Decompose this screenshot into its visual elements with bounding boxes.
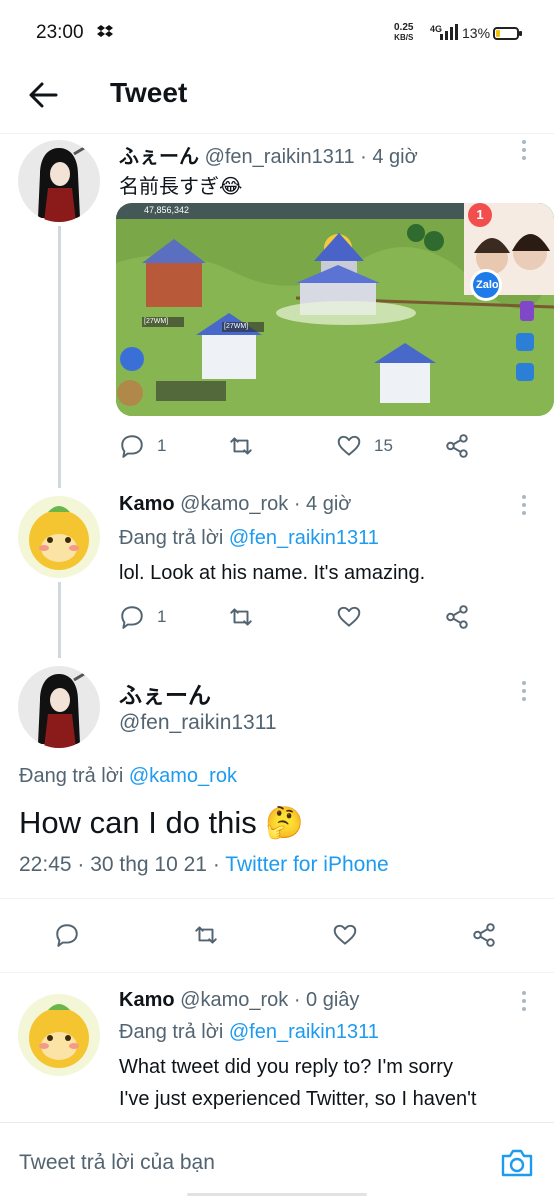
like-button[interactable] <box>332 921 358 949</box>
reply-count: 1 <box>157 436 167 455</box>
avatar[interactable] <box>18 140 100 222</box>
divider <box>0 972 554 973</box>
more-options-icon[interactable] <box>521 495 527 517</box>
replying-to: Đang trả lời @fen_raikin1311 <box>119 527 379 549</box>
user-handle[interactable]: @kamo_rok <box>180 989 288 1011</box>
zalo-label: Zalo <box>476 279 499 291</box>
thread-line <box>58 226 61 488</box>
tweet-text: lol. Look at his name. It's amazing. <box>119 562 426 584</box>
heart-icon <box>337 606 361 627</box>
replying-to: Đang trả lời @kamo_rok <box>19 765 237 787</box>
reply-button[interactable]: 1 <box>119 603 166 631</box>
tweet-header: Kamo @kamo_rok · 4 giờ <box>119 493 351 516</box>
share-icon <box>446 605 468 629</box>
reply-icon <box>121 606 143 629</box>
share-button[interactable] <box>444 603 470 631</box>
tweet-source-link[interactable]: Twitter for iPhone <box>225 853 388 876</box>
signal-icon <box>440 24 458 40</box>
retweet-button[interactable] <box>228 603 254 631</box>
tweet-text: 名前長すぎ😂 <box>119 176 243 198</box>
divider <box>0 898 554 899</box>
heart-icon <box>337 435 361 456</box>
retweet-button[interactable] <box>228 432 254 460</box>
compose-reply-bar: Tweet trả lời của bạn <box>0 1122 554 1200</box>
like-count: 15 <box>374 436 393 455</box>
reply-icon <box>121 435 143 458</box>
avatar[interactable] <box>18 496 100 578</box>
reply-button[interactable] <box>54 921 80 949</box>
display-name[interactable]: ふぇーん <box>119 676 211 710</box>
display-name[interactable]: Kamo <box>119 989 175 1011</box>
user-handle[interactable]: @fen_raikin1311 <box>205 146 355 168</box>
page-title: Tweet <box>110 77 188 108</box>
like-button[interactable]: 15 <box>336 432 393 460</box>
home-indicator[interactable] <box>187 1193 367 1196</box>
game-resource-counter: 47,856,342 <box>144 205 190 215</box>
more-options-icon[interactable] <box>521 991 527 1013</box>
unit-banner: [27WM] <box>224 323 249 330</box>
reply-input[interactable]: Tweet trả lời của bạn <box>19 1151 215 1175</box>
retweet-icon <box>230 608 252 626</box>
reply-button[interactable]: 1 <box>119 432 166 460</box>
network-speed: 0.25 KB/S <box>394 22 414 43</box>
reply-count: 1 <box>157 607 167 626</box>
unit-banner: [27WM] <box>144 318 169 325</box>
reply-icon <box>56 924 78 947</box>
avatar[interactable] <box>18 994 100 1076</box>
more-options-icon[interactable] <box>521 140 527 162</box>
retweet-button[interactable] <box>193 921 219 949</box>
tweet-image[interactable]: 47,856,342 1 Zalo [27WM] [27WM] <box>116 203 554 416</box>
thread-line <box>58 582 61 658</box>
tweet-time: · 0 giây <box>293 989 360 1011</box>
tweet-time: · 4 giờ <box>293 493 352 515</box>
battery-percent: 13% <box>462 25 491 41</box>
share-icon <box>473 923 495 947</box>
reply-handle-link[interactable]: @kamo_rok <box>129 765 237 787</box>
tweet-text: How can I do this 🤔 <box>19 805 304 840</box>
replying-to: Đang trả lời @fen_raikin1311 <box>119 1021 379 1043</box>
back-arrow-icon[interactable] <box>26 78 60 112</box>
notification-badge: 1 <box>476 207 484 222</box>
reply-handle-link[interactable]: @fen_raikin1311 <box>229 527 379 549</box>
user-handle[interactable]: @fen_raikin1311 <box>119 711 277 735</box>
tweet-timestamp: 22:45 · 30 thg 10 21 · Twitter for iPhon… <box>19 853 389 876</box>
status-time: 23:00 <box>36 22 84 43</box>
retweet-icon <box>230 437 252 455</box>
header: Tweet <box>0 66 554 134</box>
tweet-header: ふぇーん @fen_raikin1311 · 4 giờ <box>119 140 418 169</box>
status-bar: 23:00 0.25 KB/S 4G 13% <box>0 0 554 66</box>
share-button[interactable] <box>471 921 497 949</box>
tweet-header: Kamo @kamo_rok · 0 giây <box>119 989 359 1012</box>
reply-handle-link[interactable]: @fen_raikin1311 <box>229 1021 379 1043</box>
tweet-text-line: I've just experienced Twitter, so I have… <box>119 1088 477 1110</box>
user-handle[interactable]: @kamo_rok <box>180 493 288 515</box>
dropbox-icon <box>97 25 113 37</box>
camera-icon[interactable] <box>500 1147 534 1179</box>
heart-icon <box>333 924 357 945</box>
display-name[interactable]: Kamo <box>119 493 175 515</box>
avatar[interactable] <box>18 666 100 748</box>
share-icon <box>446 434 468 458</box>
share-button[interactable] <box>444 432 470 460</box>
tweet-time: · 4 giờ <box>360 146 418 168</box>
battery-icon <box>493 27 522 40</box>
more-options-icon[interactable] <box>521 681 527 703</box>
display-name[interactable]: ふぇーん <box>119 146 199 168</box>
tweet-text-line: What tweet did you reply to? I'm sorry <box>119 1056 453 1078</box>
like-button[interactable] <box>336 603 362 631</box>
retweet-icon <box>195 926 217 944</box>
